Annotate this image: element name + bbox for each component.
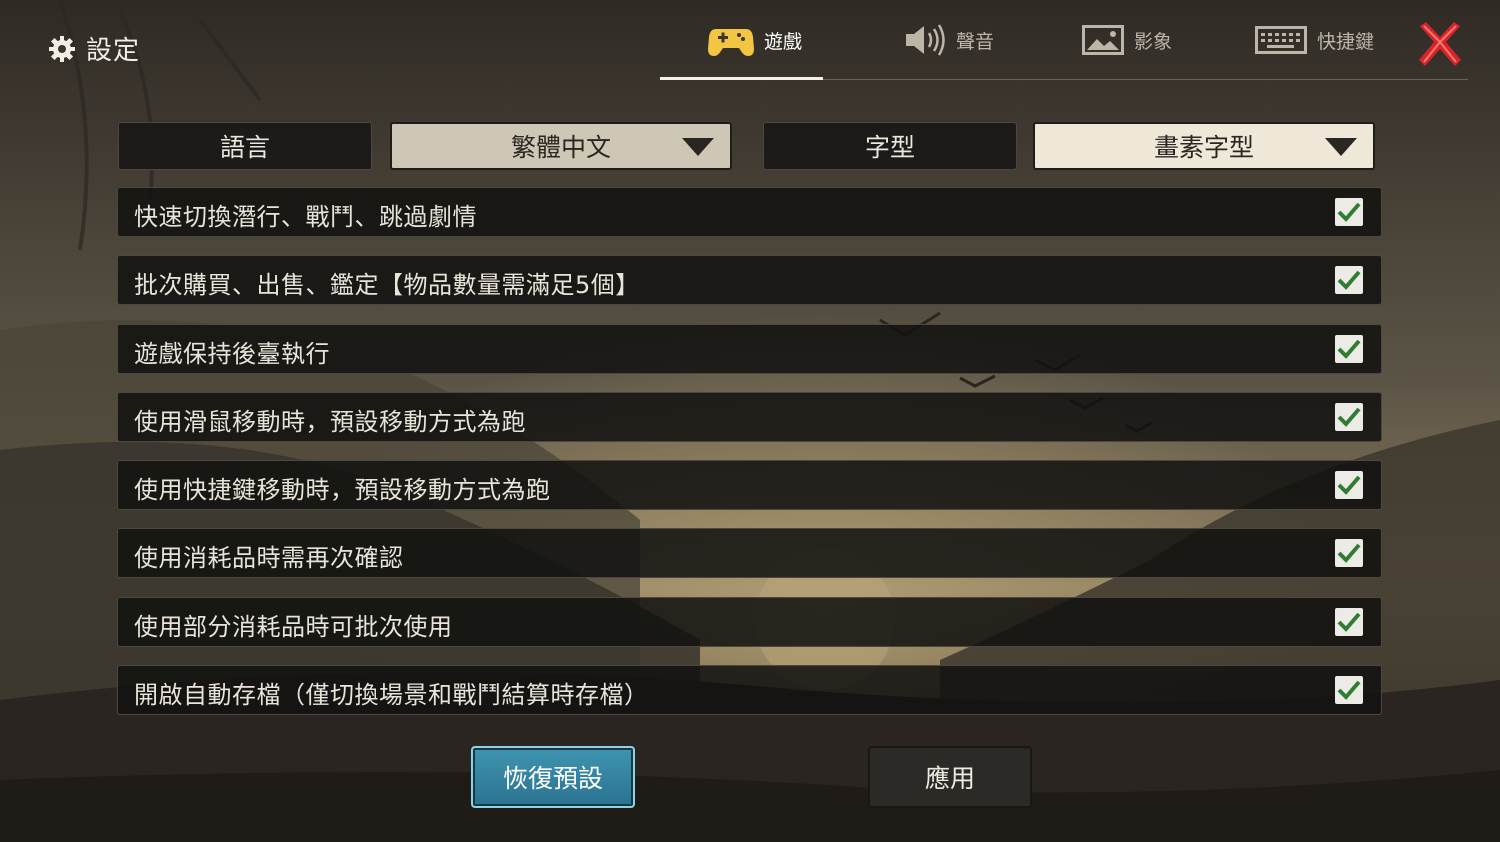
checkmark-icon [1337,339,1361,359]
option-checkbox[interactable] [1335,266,1363,295]
option-checkbox[interactable] [1335,607,1363,636]
option-batch-trade[interactable]: 批次購買、出售、鑑定【物品數量需滿足5個】 [117,255,1382,306]
tab-audio[interactable]: 聲音 [890,18,1008,62]
option-label: 遊戲保持後臺執行 [134,339,330,368]
image-icon [1082,25,1125,55]
option-hotkey-run[interactable]: 使用快捷鍵移動時，預設移動方式為跑 [117,460,1382,511]
option-checkbox[interactable] [1335,539,1363,568]
option-checkbox[interactable] [1335,471,1363,500]
checkmark-icon [1337,680,1361,701]
apply-button[interactable]: 應用 [868,746,1032,808]
font-dropdown-value: 畫素字型 [1153,133,1254,162]
option-checkbox[interactable] [1335,676,1363,705]
option-quick-switch[interactable]: 快速切換潛行、戰鬥、跳過劇情 [117,187,1382,237]
keyboard-icon [1255,26,1308,54]
checkmark-icon [1337,544,1361,564]
font-dropdown[interactable]: 畫素字型 [1033,122,1375,170]
option-checkbox[interactable] [1335,334,1363,363]
language-font-row: 語言 繁體中文 字型 畫素字型 [118,122,1380,170]
option-label: 開啟自動存檔（僅切換場景和戰鬥結算時存檔） [134,681,649,710]
tab-game[interactable]: 遊戲 [660,18,850,62]
language-dropdown-value: 繁體中文 [510,133,611,162]
option-label: 使用快捷鍵移動時，預設移動方式為跑 [134,476,551,505]
option-checkbox[interactable] [1335,402,1363,431]
settings-tabs: 遊戲 聲音 影象 快捷鍵 [660,18,1388,80]
settings-title: 設定 [48,30,140,67]
page-title: 設定 [86,36,141,66]
checkmark-icon [1337,270,1361,291]
option-consumable-confirm[interactable]: 使用消耗品時需再次確認 [117,528,1382,579]
gamepad-icon [707,29,754,56]
font-label: 字型 [763,122,1017,170]
checkmark-icon [1337,475,1361,496]
dropdown-arrow-icon [1325,138,1357,156]
tab-video-label: 影象 [1134,30,1173,53]
option-label: 快速切換潛行、戰鬥、跳過劇情 [134,203,477,231]
language-dropdown[interactable]: 繁體中文 [390,122,732,170]
close-button[interactable] [1416,20,1464,68]
tab-video[interactable]: 影象 [1068,18,1186,62]
tab-hotkeys-label: 快捷鍵 [1317,30,1375,53]
gear-icon [49,35,75,62]
option-label: 使用消耗品時需再次確認 [134,544,404,573]
tab-game-label: 遊戲 [763,30,802,53]
checkmark-icon [1337,612,1361,632]
option-autosave[interactable]: 開啟自動存檔（僅切換場景和戰鬥結算時存檔） [117,665,1382,716]
option-label: 使用部分消耗品時可批次使用 [134,612,453,641]
option-checkbox[interactable] [1335,198,1363,226]
option-label: 使用滑鼠移動時，預設移動方式為跑 [134,407,526,436]
close-icon [1419,22,1461,66]
option-mouse-run[interactable]: 使用滑鼠移動時，預設移動方式為跑 [117,391,1382,442]
tab-hotkeys[interactable]: 快捷鍵 [1241,18,1388,62]
option-consumable-batch[interactable]: 使用部分消耗品時可批次使用 [117,596,1382,647]
option-label: 批次購買、出售、鑑定【物品數量需滿足5個】 [134,271,640,300]
restore-defaults-button[interactable]: 恢復預設 [471,746,635,808]
tab-audio-label: 聲音 [956,30,995,53]
language-label: 語言 [118,122,372,170]
active-tab-indicator [660,77,823,80]
speaker-icon [906,24,945,56]
dropdown-arrow-icon [682,138,714,156]
option-run-in-background[interactable]: 遊戲保持後臺執行 [117,323,1382,374]
checkmark-icon [1337,407,1361,427]
game-options-list: 快速切換潛行、戰鬥、跳過劇情 批次購買、出售、鑑定【物品數量需滿足5個】 遊戲保… [117,187,1382,733]
checkmark-icon [1337,202,1361,222]
